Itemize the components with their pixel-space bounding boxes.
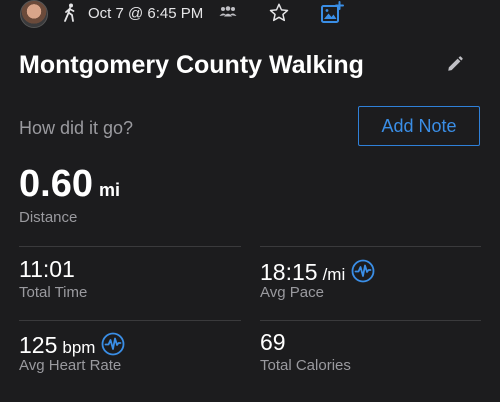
add-note-button[interactable]: Add Note	[358, 106, 480, 146]
activity-title: Montgomery County Walking	[19, 51, 364, 79]
pace-chart-icon[interactable]	[351, 259, 375, 289]
avg-heart-rate-value: 125 bpm	[19, 329, 125, 359]
total-calories-value: 69	[260, 329, 286, 356]
distance-number: 0.60	[19, 163, 93, 205]
avatar[interactable]	[20, 0, 48, 28]
avg-pace-number: 18:15	[260, 259, 318, 285]
total-time-value: 11:01	[19, 256, 75, 283]
divider	[19, 320, 241, 321]
divider	[260, 246, 481, 247]
total-time-number: 11:01	[19, 256, 75, 282]
divider	[19, 246, 241, 247]
avg-heart-rate-number: 125	[19, 332, 58, 358]
avg-pace-label: Avg Pace	[260, 284, 324, 301]
avg-heart-rate-label: Avg Heart Rate	[19, 357, 122, 374]
total-calories-label: Total Calories	[260, 357, 351, 374]
feedback-prompt: How did it go?	[19, 118, 134, 138]
divider	[260, 320, 481, 321]
distance-value: 0.60 mi	[19, 163, 120, 206]
edit-pencil-icon[interactable]	[446, 55, 464, 78]
activity-date-time: Oct 7 @ 6:45 PM	[88, 5, 204, 22]
add-photo-icon[interactable]	[320, 1, 344, 30]
total-time-label: Total Time	[19, 284, 88, 301]
group-icon[interactable]	[218, 5, 238, 24]
avg-pace-value: 18:15/mi	[260, 256, 375, 286]
walking-icon	[62, 3, 78, 28]
distance-label: Distance	[19, 209, 78, 226]
total-calories-number: 69	[260, 329, 286, 355]
distance-unit: mi	[98, 180, 120, 200]
avg-heart-rate-unit: bpm	[62, 338, 96, 357]
star-icon[interactable]	[268, 2, 290, 29]
avg-pace-unit: /mi	[322, 265, 346, 284]
top-bar: Oct 7 @ 6:45 PM	[0, 0, 500, 30]
